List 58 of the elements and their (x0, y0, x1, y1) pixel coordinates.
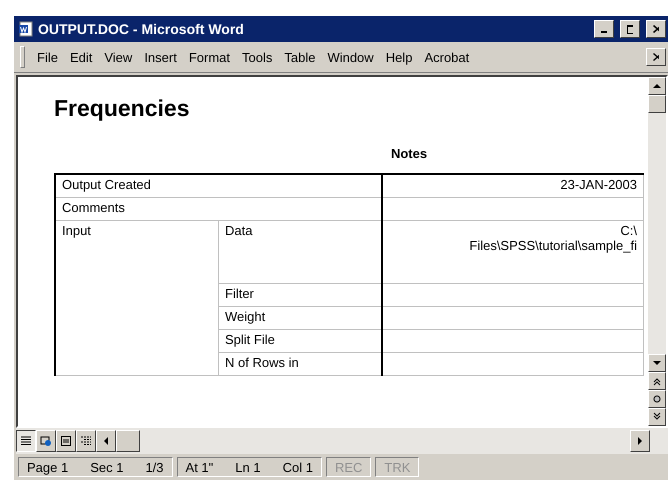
table-cell: Split File (225, 332, 275, 347)
double-arrow-down-icon (653, 412, 661, 422)
table-cell: 23-JAN-2003 (560, 177, 637, 192)
menu-item[interactable]: File (31, 48, 64, 66)
scroll-up-button[interactable] (648, 77, 666, 95)
table-cell: Input (62, 223, 91, 238)
status-text: Page 1 (27, 460, 68, 474)
menu-item[interactable]: Table (278, 48, 322, 66)
double-arrow-up-icon (653, 376, 661, 386)
table-cell: N of Rows in (225, 355, 299, 370)
menu-item[interactable]: Edit (64, 48, 98, 66)
minimize-button[interactable] (594, 20, 614, 38)
table-cell: Comments (62, 200, 125, 215)
window-title: OUTPUT.DOC - Microsoft Word (38, 21, 245, 37)
arrow-up-icon (652, 81, 662, 91)
vertical-scrollbar[interactable] (648, 77, 666, 426)
table-cell: Output Created (62, 177, 151, 192)
table-cell: Filter (225, 286, 254, 301)
menu-item[interactable]: Format (182, 48, 236, 66)
status-text: At 1" (186, 460, 214, 474)
arrow-down-icon (652, 358, 662, 368)
menu-item[interactable]: View (98, 48, 138, 66)
scroll-down-button[interactable] (648, 354, 666, 372)
document-icon (18, 21, 34, 37)
browse-object-button[interactable] (648, 390, 666, 408)
close-document-button[interactable] (646, 48, 666, 66)
menu-item[interactable]: Tools (236, 48, 278, 66)
outline-icon (80, 436, 92, 446)
table-cell-text: C:\ (619, 223, 637, 238)
view-button[interactable] (16, 430, 36, 452)
status-text: 1/3 (145, 460, 164, 474)
status-text: TRK (384, 460, 410, 474)
menu-item[interactable]: Acrobat (418, 48, 476, 66)
table-cell-text: Files\SPSS\tutorial\sample_fi (468, 238, 637, 253)
menu-item[interactable]: Insert (138, 48, 183, 66)
status-text: Col 1 (282, 460, 313, 474)
scroll-thumb[interactable] (116, 430, 140, 452)
page-icon (60, 436, 72, 446)
scroll-thumb[interactable] (648, 95, 666, 113)
menu-item[interactable]: Window (321, 48, 380, 66)
scroll-right-button[interactable] (630, 430, 650, 452)
globe-page-icon (40, 436, 52, 446)
table-title: Notes (390, 146, 428, 161)
lines-icon (20, 436, 32, 446)
scroll-left-button[interactable] (96, 430, 116, 452)
close-button[interactable] (646, 20, 666, 38)
table-cell: Data (225, 223, 252, 238)
status-text: REC (334, 460, 362, 474)
previous-page-button[interactable] (648, 372, 666, 390)
heading: Frequencies (54, 95, 190, 122)
status-text: Ln 1 (235, 460, 261, 474)
status-text: Sec 1 (90, 460, 124, 474)
table-cell: Weight (225, 309, 266, 324)
circle-icon (653, 395, 661, 403)
next-page-button[interactable] (648, 408, 666, 426)
maximize-button[interactable] (620, 20, 640, 38)
arrow-right-icon (635, 436, 645, 446)
menu-item[interactable]: Help (380, 48, 418, 66)
